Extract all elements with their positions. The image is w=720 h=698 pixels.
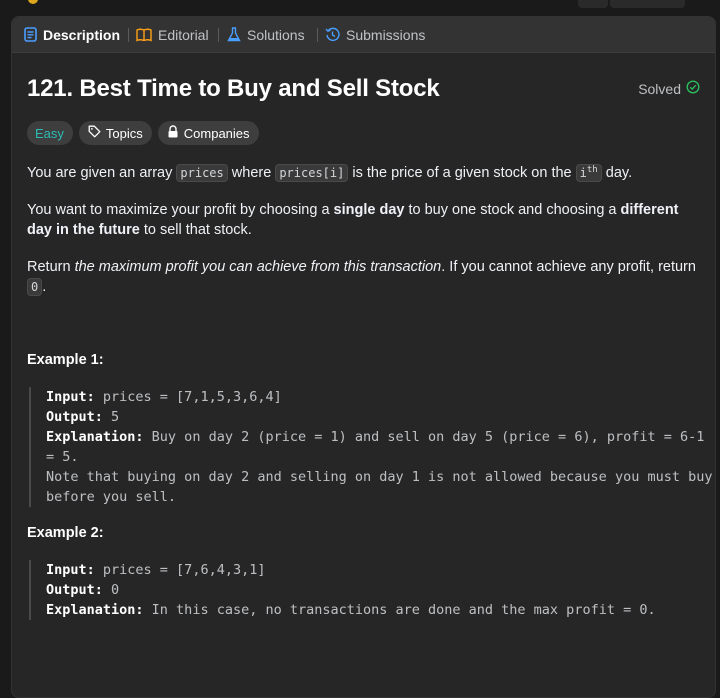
bold-text: single day [333, 202, 405, 218]
explanation-value: Buy on day 2 (price = 1) and sell on day… [46, 429, 713, 505]
lock-icon [167, 125, 179, 141]
explanation-label: Explanation: [46, 602, 144, 618]
topics-button[interactable]: Topics [78, 121, 152, 145]
tab-bar: Description Editorial Solutions Submissi… [12, 17, 715, 53]
inline-code: prices [176, 164, 228, 182]
inline-code: ith [575, 164, 602, 182]
text: You are given an array [27, 165, 177, 181]
description-icon [24, 27, 37, 42]
example-block: Input: prices = [7,6,4,3,1] Output: 0 Ex… [29, 560, 714, 620]
text: is the price of a given stock on the [348, 165, 576, 181]
output-label: Output: [46, 409, 103, 425]
text: . If you cannot achieve any profit, retu… [441, 259, 696, 275]
tab-editorial[interactable]: Editorial [136, 17, 209, 52]
flask-icon [227, 27, 241, 42]
problem-panel: Description Editorial Solutions Submissi… [11, 16, 716, 698]
description-paragraph: You want to maximize your profit by choo… [27, 200, 697, 240]
solved-status: Solved [638, 80, 700, 97]
example-block: Input: prices = [7,1,5,3,6,4] Output: 5 … [29, 387, 714, 507]
check-circle-icon [686, 80, 700, 97]
description-paragraph: You are given an array prices where pric… [27, 160, 697, 183]
tab-label: Submissions [346, 26, 426, 43]
text: You want to maximize your profit by choo… [27, 202, 334, 218]
text: day. [601, 165, 633, 181]
italic-text: the maximum profit you can achieve from … [74, 259, 442, 275]
topics-label: Topics [105, 125, 143, 141]
book-icon [136, 28, 152, 42]
description-paragraph: Return the maximum profit you can achiev… [27, 257, 697, 297]
code-base: i [579, 166, 587, 180]
history-icon [325, 27, 340, 42]
tag-icon [88, 125, 101, 141]
code-superscript: th [586, 165, 598, 175]
tab-label: Editorial [158, 26, 209, 43]
input-value: prices = [7,1,5,3,6,4] [94, 389, 282, 405]
toolbar-nub [610, 0, 685, 8]
solved-label: Solved [638, 80, 681, 97]
output-value: 0 [102, 582, 120, 598]
problem-description: You are given an array prices where pric… [27, 160, 697, 314]
companies-label: Companies [183, 125, 250, 141]
status-dot [28, 0, 38, 4]
difficulty-badge: Easy [27, 121, 73, 145]
text: . [42, 279, 47, 295]
input-label: Input: [46, 389, 95, 405]
tag-chips: Easy Topics Companies [27, 121, 259, 145]
tab-solutions[interactable]: Solutions [227, 17, 305, 52]
example-title: Example 1: [27, 352, 104, 368]
tab-submissions[interactable]: Submissions [325, 17, 425, 52]
text: Return [27, 259, 75, 275]
input-value: prices = [7,6,4,3,1] [94, 562, 266, 578]
inline-code: prices[i] [275, 164, 349, 182]
text: where [227, 165, 276, 181]
input-label: Input: [46, 562, 95, 578]
tab-divider [218, 28, 219, 42]
example-title: Example 2: [27, 525, 104, 541]
text: to buy one stock and choosing a [404, 202, 621, 218]
output-value: 5 [102, 409, 120, 425]
explanation-label: Explanation: [46, 429, 144, 445]
difficulty-label: Easy [35, 125, 64, 141]
tab-label: Description [43, 26, 121, 43]
window-top-strip [0, 0, 720, 16]
tab-divider [128, 28, 129, 42]
text: to sell that stock. [139, 222, 252, 238]
explanation-value: In this case, no transactions are done a… [143, 602, 656, 618]
toolbar-nub [578, 0, 608, 8]
tab-label: Solutions [247, 26, 305, 43]
companies-button[interactable]: Companies [157, 121, 259, 145]
tab-description[interactable]: Description [24, 17, 120, 52]
tab-divider [317, 28, 318, 42]
page-title: 121. Best Time to Buy and Sell Stock [27, 75, 440, 102]
inline-code: 0 [27, 278, 43, 296]
output-label: Output: [46, 582, 103, 598]
